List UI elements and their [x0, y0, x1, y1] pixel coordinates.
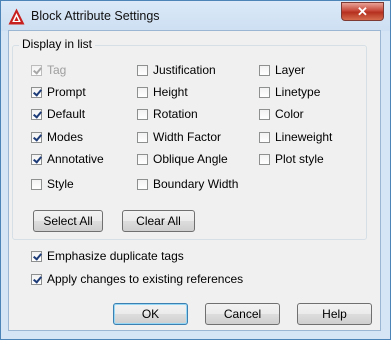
checkbox-label: Style	[47, 177, 74, 191]
checkbox-tag[interactable]: Tag	[31, 62, 66, 78]
select-all-button[interactable]: Select All	[33, 210, 103, 232]
checkbox-box[interactable]	[259, 86, 270, 98]
checkbox-box[interactable]	[31, 108, 42, 120]
checkbox-modes[interactable]: Modes	[31, 129, 83, 145]
checkbox-box[interactable]	[137, 178, 148, 190]
checkbox-box[interactable]	[137, 86, 148, 98]
checkbox-label: Emphasize duplicate tags	[47, 249, 184, 263]
checkbox-linetype[interactable]: Linetype	[259, 84, 320, 100]
checkbox-label: Modes	[47, 130, 84, 144]
checkbox-label: Height	[153, 85, 188, 99]
checkbox-box[interactable]	[259, 108, 270, 120]
window-title: Block Attribute Settings	[31, 9, 160, 23]
checkbox-label: Linetype	[275, 85, 321, 99]
clear-all-button[interactable]: Clear All	[122, 210, 195, 232]
checkbox-box[interactable]	[31, 273, 42, 285]
checkbox-box[interactable]	[31, 131, 42, 143]
checkbox-label: Rotation	[153, 107, 198, 121]
ok-button[interactable]: OK	[113, 303, 188, 325]
checkbox-lineweight[interactable]: Lineweight	[259, 129, 332, 145]
checkbox-boundary-width[interactable]: Boundary Width	[137, 176, 238, 192]
checkbox-box[interactable]	[137, 108, 148, 120]
checkbox-prompt[interactable]: Prompt	[31, 84, 86, 100]
checkbox-annotative[interactable]: Annotative	[31, 151, 104, 167]
help-button[interactable]: Help	[297, 303, 372, 325]
checkbox-color[interactable]: Color	[259, 106, 304, 122]
checkbox-box[interactable]	[259, 131, 270, 143]
checkbox-box[interactable]	[137, 153, 148, 165]
checkbox-box[interactable]	[31, 86, 42, 98]
checkbox-label: Layer	[275, 63, 306, 77]
checkbox-plot-style[interactable]: Plot style	[259, 151, 324, 167]
checkbox-box[interactable]	[137, 64, 148, 76]
checkbox-box[interactable]	[31, 64, 42, 76]
checkbox-label: Justification	[153, 63, 216, 77]
checkbox-box[interactable]	[31, 153, 42, 165]
checkbox-apply-changes[interactable]: Apply changes to existing references	[31, 271, 243, 287]
checkbox-layer[interactable]: Layer	[259, 62, 305, 78]
checkbox-label: Boundary Width	[153, 177, 239, 191]
cancel-button[interactable]: Cancel	[205, 303, 280, 325]
checkbox-label: Default	[47, 107, 86, 121]
checkbox-label: Plot style	[275, 152, 324, 166]
autocad-icon	[8, 8, 25, 25]
checkbox-label: Prompt	[47, 85, 86, 99]
checkbox-oblique-angle[interactable]: Oblique Angle	[137, 151, 228, 167]
checkbox-label: Width Factor	[153, 130, 222, 144]
checkbox-height[interactable]: Height	[137, 84, 188, 100]
checkbox-label: Apply changes to existing references	[47, 272, 244, 286]
checkbox-box[interactable]	[31, 250, 42, 262]
close-button[interactable]: ✕	[341, 2, 384, 21]
checkbox-box[interactable]	[259, 153, 270, 165]
checkbox-box[interactable]	[259, 64, 270, 76]
checkbox-label: Lineweight	[275, 130, 333, 144]
checkbox-box[interactable]	[31, 178, 42, 190]
checkbox-justification[interactable]: Justification	[137, 62, 216, 78]
checkbox-label: Annotative	[47, 152, 104, 166]
checkbox-style[interactable]: Style	[31, 176, 74, 192]
checkbox-emphasize-duplicate-tags[interactable]: Emphasize duplicate tags	[31, 248, 184, 264]
checkbox-width-factor[interactable]: Width Factor	[137, 129, 221, 145]
checkbox-rotation[interactable]: Rotation	[137, 106, 198, 122]
checkbox-label: Oblique Angle	[153, 152, 228, 166]
checkbox-label: Tag	[47, 63, 67, 77]
close-icon: ✕	[357, 4, 368, 19]
checkbox-box[interactable]	[137, 131, 148, 143]
checkbox-label: Color	[275, 107, 304, 121]
title-bar[interactable]: Block Attribute Settings ✕	[1, 1, 390, 31]
group-label: Display in list	[19, 37, 96, 51]
checkbox-default[interactable]: Default	[31, 106, 85, 122]
